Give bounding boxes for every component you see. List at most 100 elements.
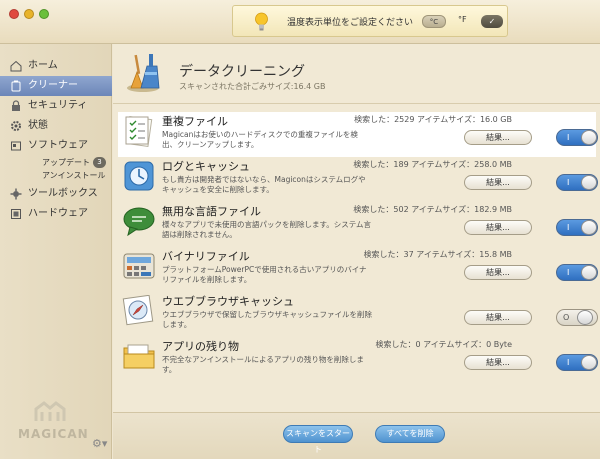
row-toggle-switch[interactable]: I (556, 264, 598, 281)
cleaner-row-binary-files: バイナリファイル プラットフォームPowerPCで使用される古いアプリのバイナリ… (118, 247, 598, 292)
toggle-mark: I (567, 268, 570, 277)
toggle-mark: I (567, 133, 570, 142)
celsius-toggle[interactable]: °C (422, 15, 446, 28)
temperature-unit-notice: 温度表示単位をご設定ください °C °F ✓ (232, 5, 508, 37)
cleaner-row-duplicates: 重複ファイル Magicanはお使いのハードディスクでの重複ファイルを検出、クリ… (118, 112, 598, 157)
sidebar-item-security[interactable]: セキュリティ (0, 96, 112, 116)
cleaner-row-language-files: 無用な言語ファイル 様々なアプリで未使用の言語パックを削除します。システム言語は… (118, 202, 598, 247)
software-icon (11, 141, 21, 151)
toggle-knob (581, 130, 597, 145)
row-description: もし貴方は開発者ではないなら、Magiconはシステムログやキャッシュを安全に削… (162, 175, 366, 194)
toggle-mark: I (567, 178, 570, 187)
results-button[interactable]: 結果... (464, 310, 532, 325)
cleaner-row-logs-cache: ログとキャッシュ もし貴方は開発者ではないなら、Magiconはシステムログやキ… (118, 157, 598, 202)
row-toggle-switch[interactable]: I (556, 219, 598, 236)
confirm-unit-button[interactable]: ✓ (481, 15, 503, 28)
row-stats: 検索した：0 アイテムサイズ：0 Byte (375, 340, 512, 349)
hardware-icon (11, 209, 21, 219)
sidebar-item-label: ソフトウェア (28, 140, 88, 151)
toggle-knob (581, 265, 597, 280)
cleaner-row-browser-cache: ウエブブラウザキャッシュ ウエブブラウザで保留したブラウザキャッシュファイルを削… (118, 292, 598, 337)
page-subtitle: スキャンされた合計ごみサイズ:16.4 GB (179, 82, 326, 91)
row-description: 不完全なアンインストールによるアプリの残り物を削除します。 (162, 355, 364, 374)
sidebar-sub-uninstall[interactable]: アンインストール (0, 169, 112, 182)
settings-gear-icon[interactable]: ⚙▾ (92, 437, 107, 450)
sidebar-item-software[interactable]: ソフトウェア (0, 136, 112, 156)
header-divider (113, 103, 600, 104)
sidebar-item-cleaner[interactable]: クリーナー (0, 76, 112, 96)
close-window-button[interactable] (9, 9, 19, 19)
results-button[interactable]: 結果... (464, 355, 532, 370)
toggle-mark: I (567, 223, 570, 232)
log-cache-icon (124, 161, 154, 191)
logo-text: MAGICAN (18, 427, 89, 441)
row-stats: 検索した：502 アイテムサイズ：182.9 MB (353, 205, 512, 214)
minimize-window-button[interactable] (24, 9, 34, 19)
sidebar-item-toolbox[interactable]: ツールボックス (0, 184, 112, 204)
row-description: プラットフォームPowerPCで使用される古いアプリのバイナリファイルを削除しま… (162, 265, 367, 284)
notice-text: 温度表示単位をご設定ください (287, 18, 414, 28)
broom-icon (127, 54, 160, 92)
cleaner-icon (11, 80, 21, 92)
row-stats: 検索した：37 アイテムサイズ：15.8 MB (363, 250, 512, 259)
results-button[interactable]: 結果... (464, 130, 532, 145)
language-bubble-icon (123, 207, 155, 237)
lock-icon (12, 100, 20, 111)
row-title: ウエブブラウザキャッシュ (162, 295, 294, 308)
sidebar-item-status[interactable]: 状態 (0, 116, 112, 136)
results-button[interactable]: 結果... (464, 220, 532, 235)
browser-compass-icon (122, 295, 154, 326)
row-toggle-switch[interactable]: I (556, 129, 598, 146)
update-count-badge: 3 (93, 157, 106, 168)
sidebar-item-home[interactable]: ホーム (0, 56, 112, 76)
results-button[interactable]: 結果... (464, 265, 532, 280)
sidebar-item-label: ツールボックス (28, 188, 98, 199)
folder-leftovers-icon (123, 344, 155, 369)
row-title: バイナリファイル (162, 250, 250, 263)
row-title: アプリの残り物 (162, 340, 239, 353)
sidebar-item-label: 状態 (28, 120, 48, 131)
toggle-knob (581, 355, 597, 370)
row-stats: 検索した：2529 アイテムサイズ：16.0 GB (354, 115, 512, 124)
sidebar-item-label: クリーナー (28, 80, 78, 91)
home-icon (10, 60, 22, 72)
cleaner-row-app-leftovers: アプリの残り物 不完全なアンインストールによるアプリの残り物を削除します。 検索… (118, 337, 598, 382)
sidebar-sub-label: アンインストール (42, 171, 106, 180)
duplicate-files-icon (125, 116, 153, 147)
main-panel: データクリーニング スキャンされた合計ごみサイズ:16.4 GB 重複ファイル … (113, 44, 600, 459)
row-title: 重複ファイル (162, 115, 228, 128)
toggle-knob (577, 310, 593, 325)
row-toggle-switch[interactable]: I (556, 174, 598, 191)
start-scan-button[interactable]: スキャンをスタート (283, 425, 353, 454)
sidebar-item-label: ハードウェア (28, 208, 88, 219)
title-bar: 温度表示単位をご設定ください °C °F ✓ (0, 0, 600, 44)
sidebar-sub-updates[interactable]: アップデート 3 (0, 156, 112, 169)
toggle-knob (581, 175, 597, 190)
toggle-knob (581, 220, 597, 235)
row-description: Magicanはお使いのハードディスクでの重複ファイルを検出、クリーンアップしま… (162, 130, 358, 149)
sidebar: ホーム クリーナー セキュリティ 状態 ソフトウェア アップデート 3 アンイン… (0, 44, 112, 459)
results-button[interactable]: 結果... (464, 175, 532, 190)
row-toggle-switch[interactable]: I (556, 354, 598, 371)
sidebar-item-hardware[interactable]: ハードウェア (0, 204, 112, 224)
page-title: データクリーニング (179, 64, 305, 80)
fahrenheit-label[interactable]: °F (458, 15, 467, 24)
toggle-mark: O (563, 313, 570, 322)
sidebar-item-label: ホーム (28, 60, 58, 71)
toggle-mark: I (567, 358, 570, 367)
lightbulb-icon (255, 12, 268, 31)
toolbox-icon (10, 188, 22, 200)
footer-bar: スキャンをスタート すべてを削除 (113, 412, 600, 459)
row-toggle-switch[interactable]: O (556, 309, 598, 326)
zoom-window-button[interactable] (39, 9, 49, 19)
row-title: ログとキャッシュ (162, 160, 250, 173)
delete-all-button[interactable]: すべてを削除 (375, 425, 445, 443)
row-description: ウエブブラウザで保留したブラウザキャッシュファイルを削除します。 (162, 310, 372, 329)
binary-calculator-icon (123, 253, 155, 279)
gear-icon (11, 121, 21, 131)
row-stats: 検索した：189 アイテムサイズ：258.0 MB (353, 160, 512, 169)
row-title: 無用な言語ファイル (162, 205, 261, 218)
row-description: 様々なアプリで未使用の言語パックを削除します。システム言語は削除されません。 (162, 220, 372, 239)
sidebar-sub-label: アップデート (42, 158, 90, 167)
sidebar-item-label: セキュリティ (28, 100, 88, 111)
